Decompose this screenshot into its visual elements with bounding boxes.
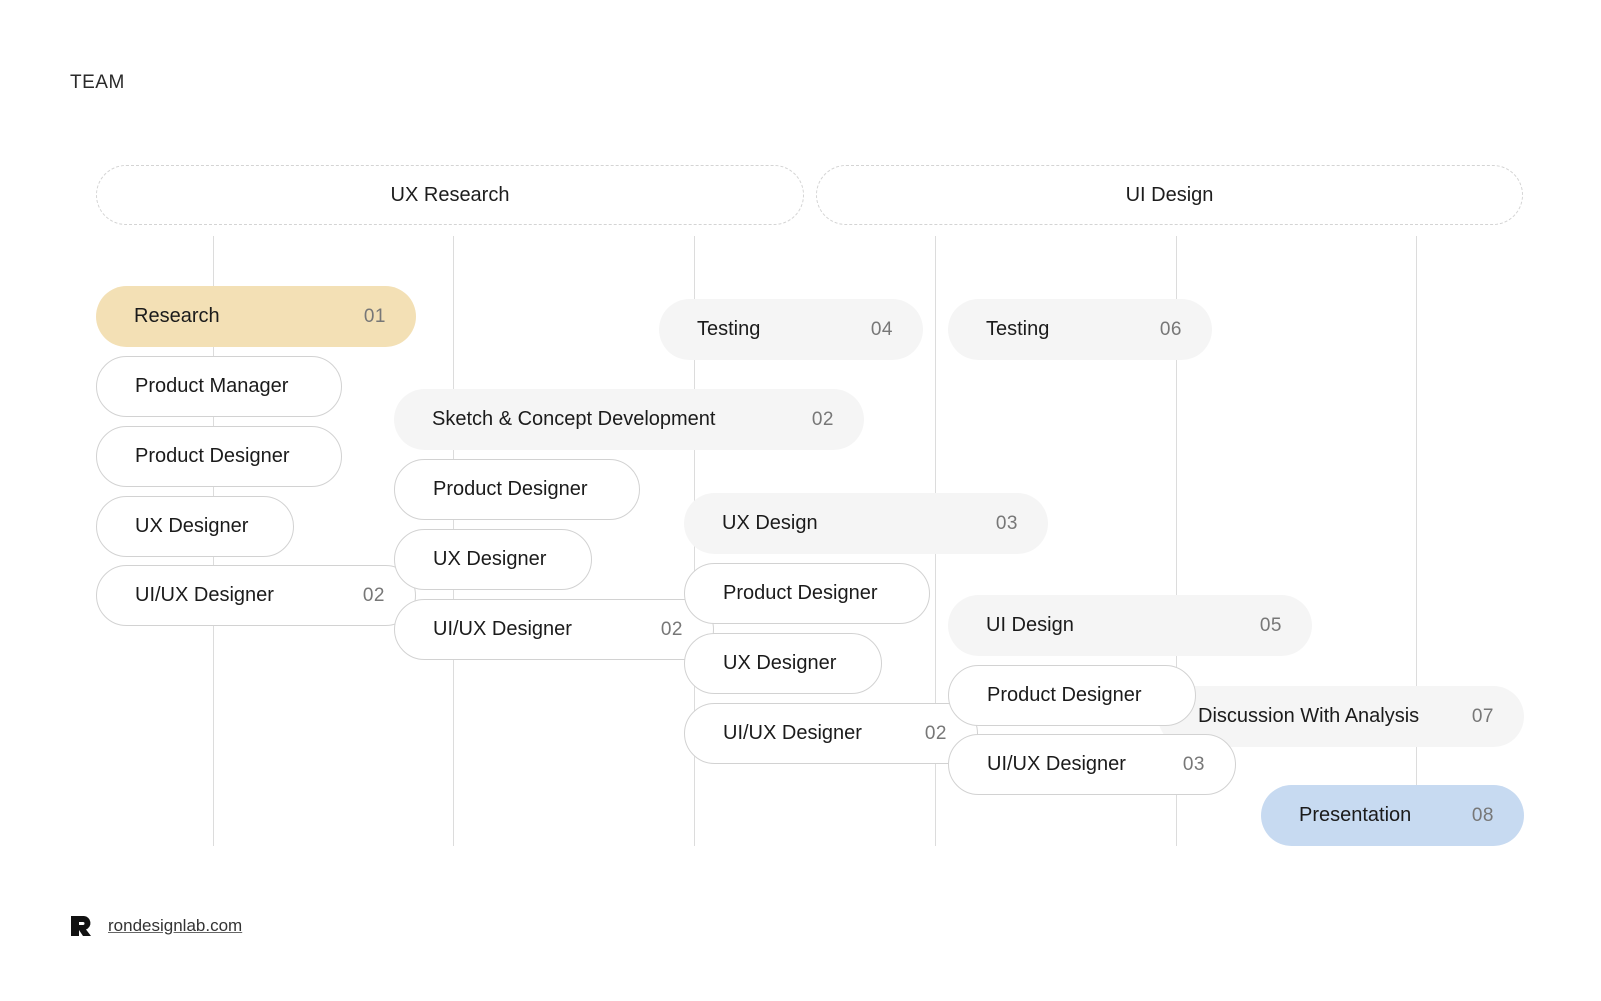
role-ui-ux-designer[interactable]: UI/UX Designer 02 xyxy=(394,599,714,660)
step-ux-design[interactable]: UX Design 03 xyxy=(684,493,1048,554)
role-ui-ux-designer[interactable]: UI/UX Designer 03 xyxy=(948,734,1236,795)
role-count: 03 xyxy=(1182,753,1205,775)
step-number: 04 xyxy=(870,318,893,340)
step-research[interactable]: Research 01 xyxy=(96,286,416,347)
role-product-designer[interactable]: Product Designer xyxy=(394,459,640,520)
r-logo-icon xyxy=(71,916,91,936)
website-link[interactable]: rondesignlab.com xyxy=(108,916,242,936)
role-product-manager[interactable]: Product Manager xyxy=(96,356,342,417)
role-ux-designer[interactable]: UX Designer xyxy=(96,496,294,557)
role-label: UX Designer xyxy=(135,515,249,537)
role-label: Product Designer xyxy=(135,445,290,467)
role-label: Product Designer xyxy=(433,478,588,500)
role-count: 02 xyxy=(660,618,683,640)
role-count: 02 xyxy=(924,722,947,744)
role-label: UI/UX Designer xyxy=(135,584,274,606)
step-testing-06[interactable]: Testing 06 xyxy=(948,299,1212,360)
role-label: Product Manager xyxy=(135,375,289,397)
phase-ui-design: UI Design xyxy=(816,165,1523,225)
role-label: UI/UX Designer xyxy=(433,618,572,640)
footer: rondesignlab.com xyxy=(70,915,242,937)
step-number: 07 xyxy=(1471,705,1494,727)
role-ux-designer[interactable]: UX Designer xyxy=(684,633,882,694)
phase-ux-research: UX Research xyxy=(96,165,804,225)
role-product-designer[interactable]: Product Designer xyxy=(948,665,1196,726)
step-label: UX Design xyxy=(722,512,818,534)
role-label: Product Designer xyxy=(723,582,878,604)
step-presentation[interactable]: Presentation 08 xyxy=(1261,785,1524,846)
step-number: 08 xyxy=(1471,804,1494,826)
role-ui-ux-designer[interactable]: UI/UX Designer 02 xyxy=(96,565,416,626)
role-label: UI/UX Designer xyxy=(723,722,862,744)
step-ui-design[interactable]: UI Design 05 xyxy=(948,595,1312,656)
page-title: TEAM xyxy=(70,72,125,93)
step-number: 01 xyxy=(363,305,386,327)
role-label: UX Designer xyxy=(723,652,837,674)
step-sketch-concept[interactable]: Sketch & Concept Development 02 xyxy=(394,389,864,450)
step-number: 06 xyxy=(1159,318,1182,340)
grid-line xyxy=(1416,236,1417,846)
role-ux-designer[interactable]: UX Designer xyxy=(394,529,592,590)
step-label: Presentation xyxy=(1299,804,1412,826)
role-count: 02 xyxy=(362,584,385,606)
role-label: UX Designer xyxy=(433,548,547,570)
step-number: 05 xyxy=(1259,614,1282,636)
role-label: UI/UX Designer xyxy=(987,753,1126,775)
step-label: Research xyxy=(134,305,220,327)
role-label: Product Designer xyxy=(987,684,1142,706)
step-label: Testing xyxy=(986,318,1050,340)
step-number: 02 xyxy=(811,408,834,430)
step-label: Sketch & Concept Development xyxy=(432,408,716,430)
step-label: Testing xyxy=(697,318,761,340)
step-label: Discussion With Analysis xyxy=(1198,705,1420,727)
role-ui-ux-designer[interactable]: UI/UX Designer 02 xyxy=(684,703,978,764)
role-product-designer[interactable]: Product Designer xyxy=(684,563,930,624)
step-testing-04[interactable]: Testing 04 xyxy=(659,299,923,360)
step-number: 03 xyxy=(995,512,1018,534)
step-label: UI Design xyxy=(986,614,1074,636)
role-product-designer[interactable]: Product Designer xyxy=(96,426,342,487)
